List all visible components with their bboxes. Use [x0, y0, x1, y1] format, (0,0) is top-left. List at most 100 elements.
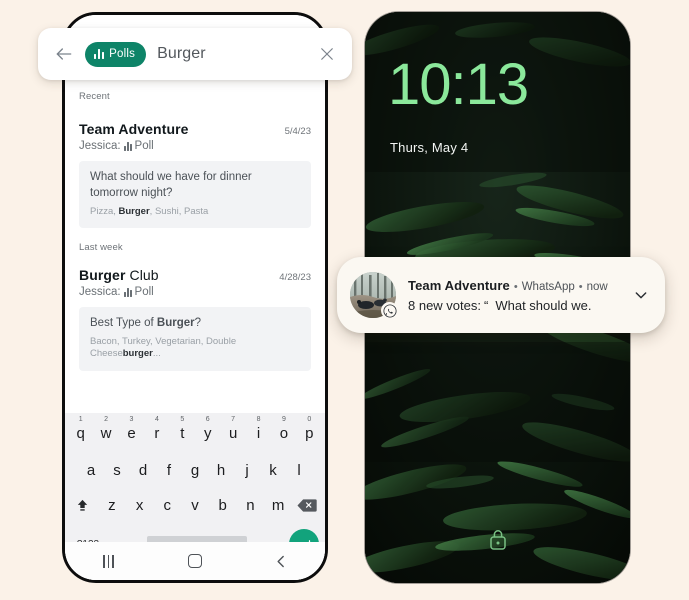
key-d[interactable]: d	[130, 462, 156, 479]
key-y[interactable]: 6y	[195, 416, 220, 442]
poll-preview-card[interactable]: Best Type of Burger? Bacon, Turkey, Vege…	[79, 307, 311, 371]
lock-icon[interactable]	[488, 528, 508, 557]
key-num-3: 3	[129, 415, 134, 423]
recents-icon[interactable]	[86, 547, 130, 575]
search-input[interactable]: Burger	[157, 45, 307, 63]
page-root: Recent Team Adventure 5/4/23 Jessica: Po…	[0, 0, 689, 600]
key-label: y	[203, 424, 212, 442]
avatar	[350, 272, 398, 319]
result-chat-title: Burger Club	[79, 267, 159, 283]
search-result-item[interactable]: Team Adventure 5/4/23 Jessica: Poll What…	[65, 121, 325, 229]
result-subtitle: Jessica: Poll	[79, 140, 311, 152]
home-icon[interactable]	[173, 547, 217, 575]
result-chat-title: Team Adventure	[79, 121, 189, 137]
poll-options-match: Burger	[118, 205, 150, 217]
poll-bar-chart-icon	[94, 49, 105, 59]
separator-dot: •	[513, 280, 518, 293]
key-k[interactable]: k	[260, 462, 286, 479]
system-navigation-bar	[65, 542, 325, 580]
result-date: 5/4/23	[284, 126, 311, 137]
poll-options-match: burger	[122, 348, 153, 360]
key-num-2: 2	[104, 415, 109, 423]
key-h[interactable]: h	[208, 462, 234, 479]
key-label: q	[76, 424, 85, 442]
key-num-0: 0	[307, 415, 312, 423]
result-sender: Jessica:	[79, 140, 121, 152]
poll-options: Pizza, Burger, Sushi, Pasta	[90, 206, 300, 218]
key-p[interactable]: 0p	[297, 416, 322, 442]
result-header: Team Adventure 5/4/23	[79, 121, 311, 137]
shift-icon[interactable]	[68, 498, 98, 513]
key-j[interactable]: j	[234, 462, 260, 479]
key-n[interactable]: n	[237, 497, 265, 514]
chevron-down-icon[interactable]	[630, 284, 652, 306]
result-title-bold: Team Adventure	[79, 121, 189, 137]
result-date: 4/28/23	[279, 272, 311, 283]
arrow-left-icon[interactable]	[54, 44, 74, 64]
section-header-recent: Recent	[79, 91, 110, 102]
key-o[interactable]: 9o	[271, 416, 296, 442]
whatsapp-icon	[381, 302, 398, 319]
result-type-label: Poll	[134, 286, 154, 298]
key-t[interactable]: 5t	[170, 416, 195, 442]
filter-chip-label: Polls	[109, 48, 136, 60]
whatsapp-search-screen: Recent Team Adventure 5/4/23 Jessica: Po…	[65, 15, 325, 580]
poll-preview-card[interactable]: What should we have for dinner tomorrow …	[79, 161, 311, 229]
key-x[interactable]: x	[126, 497, 154, 514]
back-chevron-icon[interactable]	[260, 547, 304, 575]
key-m[interactable]: m	[264, 497, 292, 514]
poll-question: What should we have for dinner tomorrow …	[90, 171, 252, 199]
notification-app-name: WhatsApp	[521, 280, 575, 293]
poll-options-pre: Bacon, Turkey, Vegetarian, Double Cheese	[90, 335, 237, 360]
search-result-item[interactable]: Burger Club 4/28/23 Jessica: Poll Best T…	[65, 267, 325, 371]
key-label: o	[279, 424, 289, 442]
poll-options-post: , Sushi, Pasta	[149, 205, 209, 217]
key-num-6: 6	[205, 415, 210, 423]
backspace-icon[interactable]	[292, 498, 322, 513]
result-header: Burger Club 4/28/23	[79, 267, 311, 283]
poll-question-post: ?	[194, 317, 202, 329]
key-r[interactable]: 4r	[144, 416, 169, 442]
key-c[interactable]: c	[153, 497, 181, 514]
filter-chip-polls[interactable]: Polls	[85, 41, 147, 67]
key-a[interactable]: a	[78, 462, 104, 479]
phone-left-frame: Recent Team Adventure 5/4/23 Jessica: Po…	[62, 12, 328, 583]
key-w[interactable]: 2w	[93, 416, 118, 442]
separator-dot: •	[578, 280, 583, 293]
key-e[interactable]: 3e	[119, 416, 144, 442]
key-v[interactable]: v	[181, 497, 209, 514]
key-label: r	[154, 424, 160, 442]
key-u[interactable]: 7u	[220, 416, 245, 442]
notification-message-preview: What should we.	[495, 297, 592, 313]
key-i[interactable]: 8i	[246, 416, 271, 442]
search-bar[interactable]: Polls Burger	[38, 28, 352, 80]
key-q[interactable]: 1q	[68, 416, 93, 442]
notification-card[interactable]: Team Adventure • WhatsApp • now 8 new vo…	[337, 257, 665, 333]
poll-options-post: ...	[152, 348, 161, 360]
key-label: i	[256, 424, 261, 442]
key-g[interactable]: g	[182, 462, 208, 479]
notification-vote-count: 8 new votes:	[408, 297, 481, 313]
notification-time: now	[586, 280, 608, 293]
on-screen-keyboard[interactable]: 1q 2w 3e 4r 5t 6y 7u 8i 9o 0p a s d f g	[65, 413, 325, 559]
key-num-8: 8	[256, 415, 261, 423]
result-type-label: Poll	[134, 140, 154, 152]
key-label: t	[180, 424, 185, 442]
section-header-last-week: Last week	[79, 242, 123, 253]
close-icon[interactable]	[318, 45, 336, 63]
result-subtitle: Jessica: Poll	[79, 286, 311, 298]
key-f[interactable]: f	[156, 462, 182, 479]
key-l[interactable]: l	[286, 462, 312, 479]
key-num-5: 5	[180, 415, 185, 423]
key-label: p	[305, 424, 314, 442]
key-b[interactable]: b	[209, 497, 237, 514]
key-label: w	[100, 424, 112, 442]
notification-title: Team Adventure	[408, 277, 510, 293]
key-z[interactable]: z	[98, 497, 126, 514]
key-s[interactable]: s	[104, 462, 130, 479]
poll-question-pre: Best Type of	[90, 317, 157, 329]
poll-bar-chart-icon	[123, 141, 132, 151]
keyboard-row-2: a s d f g h j k l	[65, 453, 325, 488]
notification-body: 8 new votes: “ What should we.	[408, 298, 649, 313]
lockscreen-date: Thurs, May 4	[390, 140, 469, 155]
